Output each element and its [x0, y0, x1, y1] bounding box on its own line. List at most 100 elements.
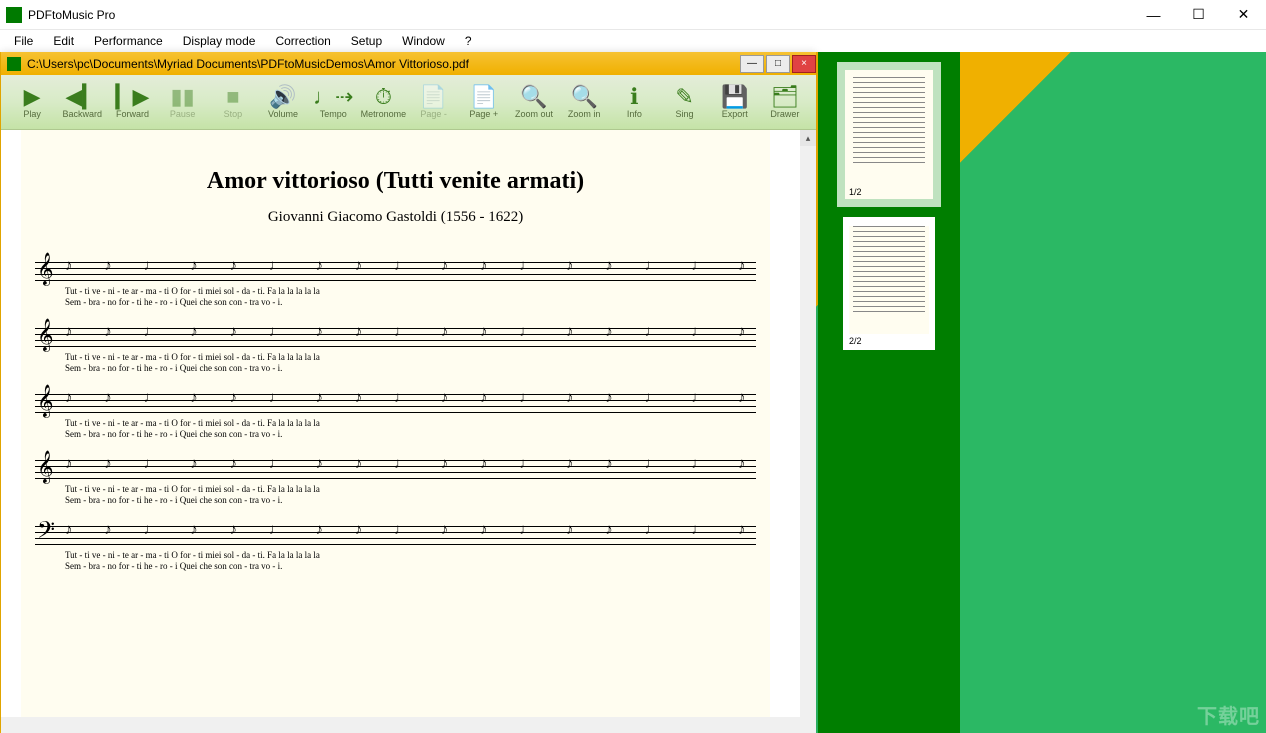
lyric-line-2: Sem - bra - no for - ti he - ro - i Quei…	[65, 363, 756, 373]
doc-maximize-button[interactable]: □	[766, 55, 790, 73]
export-icon: 💾	[721, 85, 748, 109]
zoom-in-icon: 🔍	[570, 85, 597, 109]
staff-2: 𝄞 ♪ ♪ ♩ ♪ ♪ ♩ ♪ ♪ ♩ ♪ ♪ ♩ ♪ ♪ ♩ ♩ ♪ ♪ ♩ ♩…	[35, 322, 756, 380]
lyric-line-1: Tut - ti ve - ni - te ar - ma - ti O for…	[65, 418, 756, 428]
page-thumbnail-2[interactable]: 2/2	[843, 217, 935, 350]
info-icon: ℹ	[630, 85, 638, 109]
menu-correction[interactable]: Correction	[265, 32, 340, 50]
page-thumbnail-1[interactable]: 1/2	[843, 68, 935, 201]
sing-label: Sing	[676, 109, 694, 119]
backward-icon: ◀▎	[65, 85, 99, 109]
export-button[interactable]: 💾Export	[710, 85, 760, 119]
volume-button[interactable]: 🔊Volume	[258, 85, 308, 119]
info-button[interactable]: ℹInfo	[609, 85, 659, 119]
forward-icon: ▎▶	[116, 85, 150, 109]
stop-label: Stop	[224, 109, 243, 119]
staff-notes: ♪ ♪ ♩ ♪ ♪ ♩ ♪ ♪ ♩ ♪ ♪ ♩ ♪ ♪ ♩ ♩ ♪ ♪ ♩ ♩	[65, 456, 756, 473]
tempo-icon: ♩⇢	[313, 85, 353, 109]
horizontal-scrollbar[interactable]	[1, 717, 800, 733]
workarea: C:\Users\pc\Documents\Myriad Documents\P…	[0, 52, 1266, 733]
staff-notes: ♪ ♪ ♩ ♪ ♪ ♩ ♪ ♪ ♩ ♪ ♪ ♩ ♪ ♪ ♩ ♩ ♪ ♪ ♩ ♩	[65, 390, 756, 407]
thumbnail-label: 2/2	[849, 336, 929, 346]
clef-icon: 𝄞	[37, 386, 54, 418]
export-label: Export	[722, 109, 748, 119]
menu-display-mode[interactable]: Display mode	[173, 32, 266, 50]
doc-minimize-button[interactable]: —	[740, 55, 764, 73]
staff-3: 𝄞 ♪ ♪ ♩ ♪ ♪ ♩ ♪ ♪ ♩ ♪ ♪ ♩ ♪ ♪ ♩ ♩ ♪ ♪ ♩ ♩…	[35, 388, 756, 446]
zoom-out-button[interactable]: 🔍Zoom out	[509, 85, 559, 119]
page-minus-button: 📄Page -	[409, 85, 459, 119]
zoom-out-label: Zoom out	[515, 109, 553, 119]
window-controls: — ☐ ✕	[1131, 0, 1266, 30]
clef-icon: 𝄞	[37, 254, 54, 286]
staff-notes: ♪ ♪ ♩ ♪ ♪ ♩ ♪ ♪ ♩ ♪ ♪ ♩ ♪ ♪ ♩ ♩ ♪ ♪ ♩ ♩	[65, 522, 756, 539]
tempo-button[interactable]: ♩⇢Tempo	[308, 85, 358, 119]
play-label: Play	[23, 109, 41, 119]
staff-1: 𝄞 ♪ ♪ ♩ ♪ ♪ ♩ ♪ ♪ ♩ ♪ ♪ ♩ ♪ ♪ ♩ ♩ ♪ ♪ ♩ ♩…	[35, 256, 756, 314]
clef-icon: 𝄢	[37, 518, 55, 550]
pause-icon: ▮▮	[171, 85, 195, 109]
play-icon: ▶	[24, 85, 41, 109]
zoom-out-icon: 🔍	[520, 85, 547, 109]
pause-button: ▮▮Pause	[158, 85, 208, 119]
drawer-label: Drawer	[770, 109, 799, 119]
scroll-up-icon[interactable]: ▴	[800, 130, 816, 146]
score-staves: 𝄞 ♪ ♪ ♩ ♪ ♪ ♩ ♪ ♪ ♩ ♪ ♪ ♩ ♪ ♪ ♩ ♩ ♪ ♪ ♩ ♩…	[21, 226, 770, 578]
document-icon	[7, 57, 21, 71]
info-label: Info	[627, 109, 642, 119]
page-plus-button[interactable]: 📄Page +	[459, 85, 509, 119]
drawer-icon: 🗂	[771, 85, 799, 109]
menu-help[interactable]: ?	[455, 32, 482, 50]
lyric-line-2: Sem - bra - no for - ti he - ro - i Quei…	[65, 297, 756, 307]
page-viewport[interactable]: Amor vittorioso (Tutti venite armati) Gi…	[1, 130, 800, 717]
close-button[interactable]: ✕	[1221, 0, 1266, 30]
app-icon	[6, 7, 22, 23]
lyric-line-1: Tut - ti ve - ni - te ar - ma - ti O for…	[65, 550, 756, 560]
staff-notes: ♪ ♪ ♩ ♪ ♪ ♩ ♪ ♪ ♩ ♪ ♪ ♩ ♪ ♪ ♩ ♩ ♪ ♪ ♩ ♩	[65, 324, 756, 341]
stop-button: ■Stop	[208, 85, 258, 119]
menu-file[interactable]: File	[4, 32, 43, 50]
lyric-line-2: Sem - bra - no for - ti he - ro - i Quei…	[65, 429, 756, 439]
metronome-button[interactable]: ⏱Metronome	[358, 85, 408, 119]
minimize-button[interactable]: —	[1131, 0, 1176, 30]
page-drawer: 1/2 2/2	[818, 52, 960, 733]
vertical-scrollbar[interactable]: ▴	[800, 130, 816, 717]
metronome-icon: ⏱	[375, 85, 392, 109]
score-title: Amor vittorioso (Tutti venite armati)	[21, 168, 770, 195]
drawer-button[interactable]: 🗂Drawer	[760, 85, 810, 119]
clef-icon: 𝄞	[37, 452, 54, 484]
backward-label: Backward	[63, 109, 103, 119]
score-page: Amor vittorioso (Tutti venite armati) Gi…	[21, 130, 770, 717]
lyric-line-1: Tut - ti ve - ni - te ar - ma - ti O for…	[65, 352, 756, 362]
clef-icon: 𝄞	[37, 320, 54, 352]
thumbnail-preview	[849, 226, 929, 334]
forward-button[interactable]: ▎▶Forward	[107, 85, 157, 119]
thumbnail-label: 1/2	[849, 187, 929, 197]
staff-notes: ♪ ♪ ♩ ♪ ♪ ♩ ♪ ♪ ♩ ♪ ♪ ♩ ♪ ♪ ♩ ♩ ♪ ♪ ♩ ♩	[65, 258, 756, 275]
page-minus-icon: 📄	[420, 85, 447, 109]
doc-close-button[interactable]: ×	[792, 55, 816, 73]
document-path: C:\Users\pc\Documents\Myriad Documents\P…	[27, 57, 738, 71]
pause-label: Pause	[170, 109, 196, 119]
sing-button[interactable]: ✎Sing	[659, 85, 709, 119]
metronome-label: Metronome	[361, 109, 407, 119]
lyric-line-2: Sem - bra - no for - ti he - ro - i Quei…	[65, 561, 756, 571]
menu-setup[interactable]: Setup	[341, 32, 392, 50]
thumbnail-preview	[849, 77, 929, 185]
maximize-button[interactable]: ☐	[1176, 0, 1221, 30]
lyric-line-1: Tut - ti ve - ni - te ar - ma - ti O for…	[65, 484, 756, 494]
page-minus-label: Page -	[420, 109, 447, 119]
menu-window[interactable]: Window	[392, 32, 455, 50]
menubar: File Edit Performance Display mode Corre…	[0, 30, 1266, 52]
menu-edit[interactable]: Edit	[43, 32, 84, 50]
zoom-in-label: Zoom in	[568, 109, 601, 119]
menu-performance[interactable]: Performance	[84, 32, 173, 50]
document-titlebar[interactable]: C:\Users\pc\Documents\Myriad Documents\P…	[1, 52, 816, 75]
backward-button[interactable]: ◀▎Backward	[57, 85, 107, 119]
zoom-in-button[interactable]: 🔍Zoom in	[559, 85, 609, 119]
forward-label: Forward	[116, 109, 149, 119]
play-button[interactable]: ▶Play	[7, 85, 57, 119]
score-composer: Giovanni Giacomo Gastoldi (1556 - 1622)	[21, 209, 770, 226]
volume-label: Volume	[268, 109, 298, 119]
app-title: PDFtoMusic Pro	[28, 8, 1131, 22]
